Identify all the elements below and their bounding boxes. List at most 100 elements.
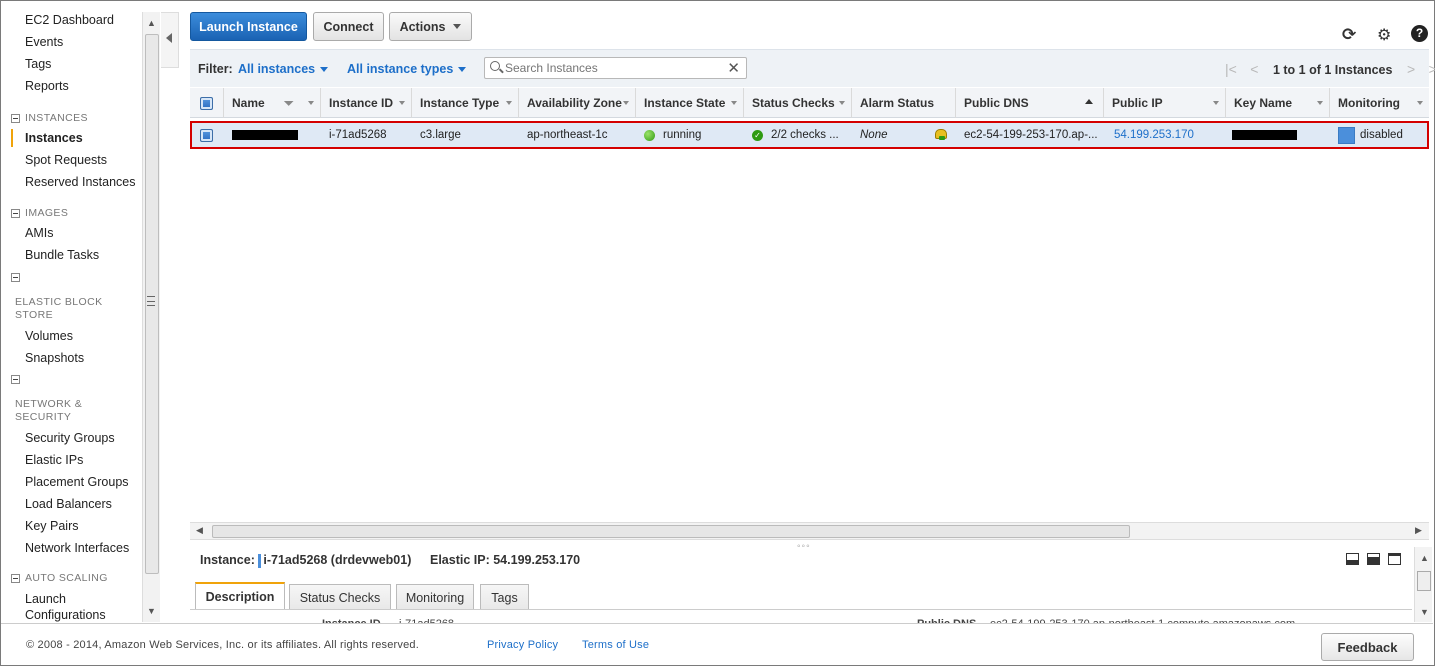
- col-header-public-dns[interactable]: Public DNS: [956, 88, 1104, 118]
- filter-types-dropdown[interactable]: All instance types: [347, 62, 467, 76]
- filter-bar: Filter: All instances All instance types…: [190, 49, 1435, 87]
- privacy-policy-link[interactable]: Privacy Policy: [487, 639, 558, 651]
- feedback-button[interactable]: Feedback: [1321, 633, 1414, 661]
- col-header-instance-state[interactable]: Instance State: [636, 88, 744, 118]
- monitoring-icon: [1338, 126, 1355, 144]
- layout-bottom-large-icon[interactable]: [1367, 553, 1380, 565]
- sidebar-item-launch[interactable]: Launch: [25, 592, 66, 606]
- sidebar-item-reports[interactable]: Reports: [25, 79, 69, 93]
- create-alarm-icon[interactable]: [933, 128, 947, 142]
- sidebar-item-tags[interactable]: Tags: [25, 57, 51, 71]
- sort-asc-icon: [1085, 99, 1093, 104]
- sidebar-item-instances[interactable]: Instances: [25, 131, 83, 145]
- col-header-instance-id[interactable]: Instance ID: [321, 88, 412, 118]
- terms-of-use-link[interactable]: Terms of Use: [582, 639, 649, 651]
- help-icon[interactable]: ?: [1411, 25, 1428, 42]
- row-checkbox-cell[interactable]: [200, 123, 213, 147]
- next-page-icon[interactable]: >: [1407, 61, 1415, 77]
- sidebar-item-launch-configurations[interactable]: Configurations: [25, 608, 106, 622]
- filter-icon[interactable]: ⏷: [284, 96, 294, 111]
- select-all-checkbox-cell[interactable]: [190, 88, 224, 118]
- connect-button[interactable]: Connect: [313, 12, 384, 41]
- scroll-up-icon[interactable]: ▲: [147, 18, 156, 28]
- detail-elastic-ip: Elastic IP: 54.199.253.170: [430, 553, 581, 567]
- col-header-availability-zone[interactable]: Availability Zone: [519, 88, 636, 118]
- search-input[interactable]: [505, 60, 720, 76]
- col-header-alarm-status[interactable]: Alarm Status: [852, 88, 956, 118]
- launch-instance-button[interactable]: Launch Instance: [190, 12, 307, 41]
- collapse-network-icon[interactable]: [11, 375, 20, 384]
- collapse-ebs-icon[interactable]: [11, 273, 20, 282]
- gear-icon[interactable]: ⚙: [1377, 25, 1391, 45]
- filter-label: Filter:: [198, 62, 233, 76]
- collapse-instances-icon[interactable]: [11, 114, 20, 123]
- sidebar-collapse-toggle[interactable]: [161, 12, 179, 68]
- scroll-down-icon[interactable]: ▼: [147, 606, 156, 616]
- col-header-key-name[interactable]: Key Name: [1226, 88, 1330, 118]
- hscroll-thumb[interactable]: [212, 525, 1130, 538]
- sidebar-item-security-groups[interactable]: Security Groups: [25, 431, 115, 445]
- col-header-status-checks[interactable]: Status Checks: [744, 88, 852, 118]
- last-page-icon[interactable]: >|: [1429, 61, 1435, 77]
- table-hscrollbar[interactable]: ◀ ▶: [190, 522, 1429, 540]
- cell-instance-state: running: [644, 123, 701, 147]
- detail-vscrollbar[interactable]: ▲ ▼: [1414, 547, 1432, 622]
- table-row[interactable]: i-71ad5268 c3.large ap-northeast-1c runn…: [190, 121, 1429, 149]
- cell-public-ip[interactable]: 54.199.253.170: [1114, 123, 1194, 147]
- sidebar-item-volumes[interactable]: Volumes: [25, 329, 73, 343]
- sidebar-item-load-balancers[interactable]: Load Balancers: [25, 497, 112, 511]
- tab-monitoring[interactable]: Monitoring: [396, 584, 474, 610]
- sidebar-item-key-pairs[interactable]: Key Pairs: [25, 519, 79, 533]
- tab-description[interactable]: Description: [195, 582, 285, 610]
- scroll-right-icon[interactable]: ▶: [1415, 525, 1422, 536]
- sidebar-item-snapshots[interactable]: Snapshots: [25, 351, 84, 365]
- sidebar-item-network-interfaces[interactable]: Network Interfaces: [25, 541, 129, 555]
- cell-key-name: [1232, 123, 1297, 147]
- detail-panel: Instance: i-71ad5268 (drdevweb01) Elasti…: [190, 547, 1432, 623]
- scroll-down-icon[interactable]: ▼: [1420, 607, 1429, 617]
- col-header-public-ip[interactable]: Public IP: [1104, 88, 1226, 118]
- redacted-key-name: [1232, 130, 1297, 140]
- peek-instance-id-label: Instance ID: [322, 615, 381, 623]
- detail-instance: Instance: i-71ad5268 (drdevweb01): [200, 553, 412, 568]
- col-header-name[interactable]: Name ⏷: [224, 88, 321, 118]
- check-icon: ✓: [752, 129, 763, 141]
- sidebar-item-placement-groups[interactable]: Placement Groups: [25, 475, 129, 489]
- sidebar-item-amis[interactable]: AMIs: [25, 226, 53, 240]
- tab-status-checks[interactable]: Status Checks: [289, 584, 391, 610]
- id-marker: [258, 553, 262, 568]
- clear-icon[interactable]: ✕: [727, 59, 740, 77]
- col-header-instance-type[interactable]: Instance Type: [412, 88, 519, 118]
- tab-tags[interactable]: Tags: [480, 584, 529, 610]
- layout-bottom-small-icon[interactable]: [1346, 553, 1359, 565]
- sidebar-item-elastic-ips[interactable]: Elastic IPs: [25, 453, 83, 467]
- sidebar-item-spot-requests[interactable]: Spot Requests: [25, 153, 107, 167]
- sidebar-item-ec2-dashboard[interactable]: EC2 Dashboard: [25, 13, 114, 27]
- sidebar-item-bundle-tasks[interactable]: Bundle Tasks: [25, 248, 99, 262]
- filter-instances-dropdown[interactable]: All instances: [238, 62, 329, 76]
- prev-page-icon[interactable]: <: [1250, 61, 1258, 77]
- peek-instance-id-value: i-71ad5268: [399, 615, 454, 623]
- collapse-images-icon[interactable]: [11, 209, 20, 218]
- sidebar-item-events[interactable]: Events: [25, 35, 63, 49]
- tab-divider: [190, 609, 1412, 610]
- cell-alarm-add[interactable]: [933, 123, 947, 147]
- cell-availability-zone: ap-northeast-1c: [527, 129, 608, 141]
- pager-text: 1 to 1 of 1 Instances: [1272, 63, 1393, 77]
- select-all-checkbox[interactable]: [200, 96, 213, 110]
- refresh-icon[interactable]: ⟳: [1342, 25, 1356, 45]
- detail-scroll-thumb[interactable]: [1417, 571, 1431, 591]
- scroll-up-icon[interactable]: ▲: [1420, 553, 1429, 563]
- collapse-autoscaling-icon[interactable]: [11, 574, 20, 583]
- first-page-icon[interactable]: |<: [1225, 61, 1237, 77]
- copyright-text: © 2008 - 2014, Amazon Web Services, Inc.…: [26, 639, 419, 651]
- scroll-left-icon[interactable]: ◀: [196, 525, 203, 536]
- sidebar-scrollbar[interactable]: ▲ ▼: [142, 12, 160, 622]
- layout-top-icon[interactable]: [1388, 553, 1401, 565]
- cell-name: [232, 123, 298, 147]
- actions-button[interactable]: Actions: [389, 12, 472, 41]
- peek-public-dns-value: ec2-54-199-253-170.ap-northeast-1.comput…: [990, 615, 1295, 623]
- sidebar-item-reserved-instances[interactable]: Reserved Instances: [25, 175, 135, 189]
- col-header-monitoring[interactable]: Monitoring: [1330, 88, 1429, 118]
- row-checkbox[interactable]: [200, 128, 213, 142]
